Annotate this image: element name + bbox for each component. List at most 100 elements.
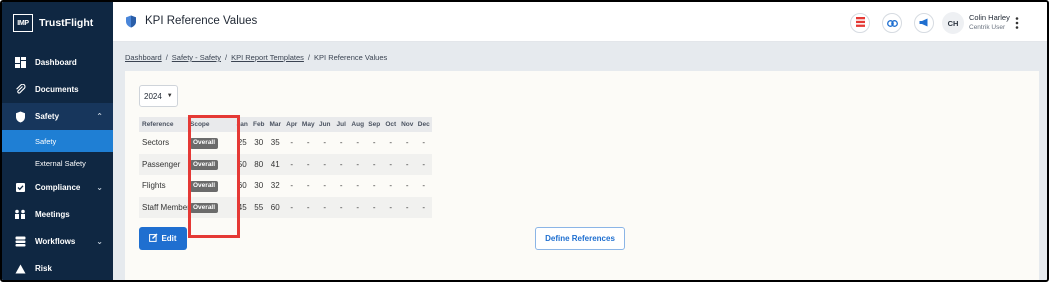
warning-icon xyxy=(14,263,26,275)
more-options-icon[interactable] xyxy=(1014,16,1020,30)
month-value-cell: - xyxy=(422,181,426,191)
define-references-button[interactable]: Define References xyxy=(535,227,625,250)
scope-highlight-box xyxy=(188,115,240,238)
month-value-cell: - xyxy=(405,159,409,169)
sidebar-item-label: Safety xyxy=(35,112,60,121)
edit-button-label: Edit xyxy=(161,234,177,243)
sidebar-item-meetings[interactable]: Meetings xyxy=(2,201,113,228)
month-value-cell: - xyxy=(306,138,310,148)
month-value-cell: 60 xyxy=(270,202,280,212)
sidebar-item-label: Documents xyxy=(35,85,79,94)
sidebar-item-risk[interactable]: Risk xyxy=(2,255,113,280)
sidebar-item-label: Meetings xyxy=(35,210,70,219)
breadcrumb-link-dashboard[interactable]: Dashboard xyxy=(125,53,162,62)
table-body: Sectors Overall 25 30 35- - - - - - - - - Passenger Ov… xyxy=(139,132,432,218)
sidebar-item-dashboard[interactable]: Dashboard xyxy=(2,49,113,76)
link-icon xyxy=(886,14,898,32)
breadcrumb-separator: / xyxy=(307,53,311,62)
brand-name: TrustFlight xyxy=(39,17,94,29)
table-header: Reference Scope Jan Feb Mar Apr May Jun … xyxy=(139,117,432,132)
column-header: Apr xyxy=(286,121,298,128)
kpi-card: 2024 ▼ Reference Scope Jan Feb Mar Apr M… xyxy=(125,71,1039,280)
edit-icon xyxy=(149,233,158,244)
month-value-cell: - xyxy=(389,202,393,212)
sidebar-item-label: Dashboard xyxy=(35,58,77,67)
chevron-down-icon: ⌄ xyxy=(96,183,103,192)
month-value-cell: 41 xyxy=(270,159,280,169)
column-header: Oct xyxy=(385,121,397,128)
table-row: Passenger Overall 50 80 41- - - - - - - - - xyxy=(139,153,432,175)
link-button[interactable] xyxy=(882,13,902,33)
sidebar-subitem-safety[interactable]: Safety xyxy=(2,130,113,152)
month-value-cell: - xyxy=(405,202,409,212)
announcements-button[interactable] xyxy=(914,13,934,33)
month-value-cell: - xyxy=(372,181,376,191)
month-value-cell: - xyxy=(323,202,327,212)
megaphone-icon xyxy=(919,14,929,32)
sidebar-item-label: Risk xyxy=(35,264,52,273)
month-value-cell: - xyxy=(290,202,294,212)
month-value-cell: - xyxy=(290,181,294,191)
sidebar-item-workflows[interactable]: Workflows ⌄ xyxy=(2,228,113,255)
user-name: Colin Harley xyxy=(969,13,1010,22)
year-select[interactable]: 2024 ▼ xyxy=(139,85,178,107)
month-value-cell: - xyxy=(372,202,376,212)
sidebar-subitem-external-safety[interactable]: External Safety xyxy=(2,152,113,174)
month-value-cell: - xyxy=(306,202,310,212)
sidebar-item-label: Compliance xyxy=(35,183,81,192)
brand-logo[interactable]: IMP TrustFlight xyxy=(13,13,93,33)
month-value-cell: - xyxy=(306,159,310,169)
workflows-icon xyxy=(14,236,26,248)
sidebar-item-label: Workflows xyxy=(35,237,76,246)
page-title: KPI Reference Values xyxy=(145,15,258,27)
reference-cell: Flights xyxy=(142,181,166,191)
month-value-cell: - xyxy=(290,138,294,148)
month-value-cell: - xyxy=(405,138,409,148)
meetings-icon xyxy=(14,209,26,221)
month-value-cell: - xyxy=(356,138,360,148)
month-value-cell: - xyxy=(356,181,360,191)
month-value-cell: - xyxy=(306,181,310,191)
breadcrumb-current: KPI Reference Values xyxy=(314,53,388,62)
column-header: Jul xyxy=(336,121,346,128)
kpi-reference-table: Reference Scope Jan Feb Mar Apr May Jun … xyxy=(139,117,432,218)
month-value-cell: - xyxy=(339,159,343,169)
column-header: May xyxy=(301,121,315,128)
month-value-cell: 55 xyxy=(254,202,264,212)
table-row: Flights Overall 60 30 32- - - - - - - - - xyxy=(139,175,432,197)
paperclip-icon xyxy=(14,84,26,96)
column-header: Nov xyxy=(401,121,414,128)
chevron-down-icon: ▼ xyxy=(166,93,173,99)
sidebar-item-documents[interactable]: Documents xyxy=(2,76,113,103)
user-menu[interactable]: CH Colin Harley Centrik User xyxy=(942,10,1022,36)
column-header: Reference xyxy=(142,121,174,128)
column-header: Feb xyxy=(252,121,265,128)
reports-button[interactable] xyxy=(850,13,870,33)
year-value: 2024 xyxy=(144,91,162,101)
sidebar-item-safety[interactable]: Safety ⌃ xyxy=(2,103,113,130)
kpi-shield-icon xyxy=(125,15,137,28)
column-header: Sep xyxy=(368,121,381,128)
month-value-cell: - xyxy=(323,159,327,169)
column-header: Dec xyxy=(417,121,430,128)
chevron-down-icon: ⌄ xyxy=(96,237,103,246)
column-header: Jun xyxy=(318,121,331,128)
edit-button[interactable]: Edit xyxy=(139,227,187,250)
month-value-cell: - xyxy=(422,138,426,148)
brand-logo-mark: IMP xyxy=(13,14,33,32)
sidebar-item-compliance[interactable]: Compliance ⌄ xyxy=(2,174,113,201)
breadcrumb-separator: / xyxy=(225,53,228,62)
app-window: IMP TrustFlight Dashboard Documents Safe… xyxy=(0,0,1049,282)
month-value-cell: - xyxy=(389,181,393,191)
month-value-cell: 80 xyxy=(254,159,264,169)
shield-icon xyxy=(14,111,26,123)
breadcrumb-link-kpi-report-templates[interactable]: KPI Report Templates xyxy=(231,53,304,62)
breadcrumb-link-safety[interactable]: Safety - Safety xyxy=(172,53,221,62)
breadcrumb-separator: / xyxy=(165,53,168,62)
main-content: Dashboard / Safety - Safety / KPI Report… xyxy=(113,42,1047,280)
month-value-cell: 32 xyxy=(270,181,280,191)
column-header: Aug xyxy=(351,121,365,128)
month-value-cell: - xyxy=(356,159,360,169)
table-row: Sectors Overall 25 30 35- - - - - - - - - xyxy=(139,132,432,154)
month-value-cell: - xyxy=(389,138,393,148)
